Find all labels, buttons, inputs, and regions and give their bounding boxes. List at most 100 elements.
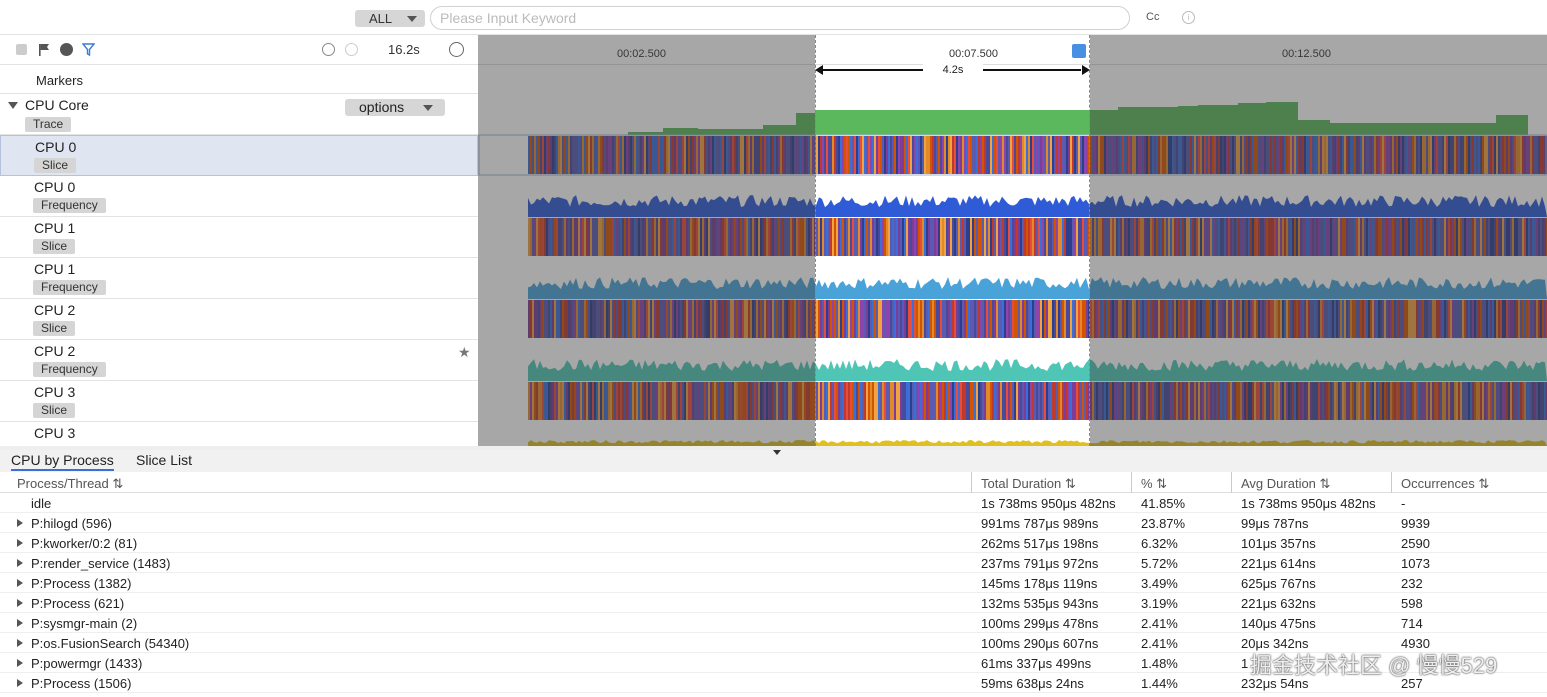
track-toolbar: 16.2s xyxy=(0,35,478,65)
options-dropdown[interactable]: options xyxy=(345,99,445,116)
cell-avg: 101μs 357ns xyxy=(1241,536,1316,551)
column-divider[interactable] xyxy=(1131,472,1132,493)
column-divider[interactable] xyxy=(1231,472,1232,493)
cell-avg: 99μs 787ns xyxy=(1241,516,1309,531)
cell-name: P:powermgr (1433) xyxy=(31,656,143,671)
expand-row-icon[interactable] xyxy=(17,599,23,607)
cell-name: P:Process (1382) xyxy=(31,576,132,591)
expand-row-icon[interactable] xyxy=(17,559,23,567)
cell-total: 100ms 299μs 478ns xyxy=(981,616,1099,631)
track-row-cpu1-slice[interactable]: CPU 1 Slice xyxy=(0,217,478,258)
cell-pct: 3.19% xyxy=(1141,596,1178,611)
table-row[interactable]: P:sysmgr-main (2) 100ms 299μs 478ns 2.41% 1… xyxy=(0,613,1547,633)
table-row[interactable]: P:render_service (1483) 237ms 791μs 972ns… xyxy=(0,553,1547,573)
track-name: CPU 0 xyxy=(35,139,77,155)
markers-label: Markers xyxy=(36,73,83,88)
table-row[interactable]: P:Process (621) 132ms 535μs 943ns 3.19% 221… xyxy=(0,593,1547,613)
track-name: CPU 3 xyxy=(34,384,76,400)
timeline-canvas[interactable]: 00:02.500 00:07.500 00:12.500 4.2s xyxy=(478,35,1547,446)
cell-avg: 140μs 475ns xyxy=(1241,616,1316,631)
cell-pct: 5.72% xyxy=(1141,556,1178,571)
track-row-cpu1-frequency[interactable]: CPU 1 Frequency xyxy=(0,258,478,299)
cell-total: 145ms 178μs 119ns xyxy=(981,576,1098,591)
track-badge: Frequency xyxy=(33,198,106,213)
scope-label: ALL xyxy=(369,11,393,26)
table-row[interactable]: P:hilogd (596) 991ms 787μs 989ns 23.87% 99μ… xyxy=(0,513,1547,533)
options-label: options xyxy=(359,99,405,115)
table-row[interactable]: P:kworker/0:2 (81) 262ms 517μs 198ns 6.32%… xyxy=(0,533,1547,553)
top-search-bar: ALL Cc i xyxy=(0,0,1547,35)
cell-total: 262ms 517μs 198ns xyxy=(981,536,1099,551)
expand-row-icon[interactable] xyxy=(17,519,23,527)
cell-occ: - xyxy=(1401,496,1406,511)
star-icon[interactable]: ★ xyxy=(458,344,471,361)
table-row[interactable]: P:Process (1382) 145ms 178μs 119ns 3.49% 62… xyxy=(0,573,1547,593)
cpu-core-row[interactable]: CPU Core Trace options xyxy=(0,94,478,135)
chevron-down-icon xyxy=(407,16,417,22)
column-header-total-duration[interactable]: Total Duration ⇅ xyxy=(981,476,1076,492)
column-header-percent[interactable]: % ⇅ xyxy=(1141,476,1167,492)
filter-icon[interactable] xyxy=(81,43,96,57)
globe-icon[interactable] xyxy=(60,43,73,56)
column-header-avg-duration[interactable]: Avg Duration ⇅ xyxy=(1241,476,1330,492)
cell-pct: 1.48% xyxy=(1141,656,1178,671)
chevron-down-icon xyxy=(423,105,433,111)
cell-avg: 625μs 767ns xyxy=(1241,576,1316,591)
column-divider[interactable] xyxy=(1391,472,1392,493)
stop-icon[interactable] xyxy=(16,44,27,55)
expand-row-icon[interactable] xyxy=(17,579,23,587)
case-sensitive-toggle[interactable]: Cc xyxy=(1146,11,1159,23)
track-row-cpu0-frequency[interactable]: CPU 0 Frequency xyxy=(0,176,478,217)
cell-name: P:render_service (1483) xyxy=(31,556,171,571)
track-badge: Slice xyxy=(33,239,76,254)
zoom-out-icon[interactable] xyxy=(345,43,358,56)
expand-row-icon[interactable] xyxy=(17,539,23,547)
tab-slice-list[interactable]: Slice List xyxy=(136,452,192,469)
unselected-region-right xyxy=(1090,35,1547,446)
flag-icon[interactable] xyxy=(38,43,51,56)
bookmark-flag-icon[interactable] xyxy=(1072,44,1086,58)
cell-occ: 1073 xyxy=(1401,556,1430,571)
cell-avg: 1 xyxy=(1241,656,1249,671)
cell-total: 61ms 337μs 499ns xyxy=(981,656,1092,671)
selection-start-handle[interactable] xyxy=(815,35,816,446)
cell-name: P:kworker/0:2 (81) xyxy=(31,536,138,551)
info-icon[interactable]: i xyxy=(1182,11,1195,24)
expand-row-icon[interactable] xyxy=(17,659,23,667)
tab-cpu-by-process[interactable]: CPU by Process xyxy=(11,452,114,471)
selection-end-handle[interactable] xyxy=(1089,35,1090,446)
track-badge: Slice xyxy=(33,403,76,418)
scope-dropdown[interactable]: ALL xyxy=(355,10,425,27)
cell-occ: 9939 xyxy=(1401,516,1430,531)
column-divider[interactable] xyxy=(971,472,972,493)
expand-row-icon[interactable] xyxy=(17,639,23,647)
trace-badge: Trace xyxy=(25,117,72,132)
clock-icon[interactable] xyxy=(322,43,335,56)
cell-name: P:Process (1506) xyxy=(31,676,132,691)
cell-pct: 3.49% xyxy=(1141,576,1178,591)
track-name: CPU 1 xyxy=(34,261,76,277)
track-row-cpu3-frequency[interactable]: CPU 3 xyxy=(0,422,478,446)
unselected-region-left xyxy=(478,35,815,446)
track-name: CPU 0 xyxy=(34,179,76,195)
cell-total: 132ms 535μs 943ns xyxy=(981,596,1099,611)
track-label-panel: Markers CPU Core Trace options CPU 0 Sli… xyxy=(0,65,478,446)
cell-name: P:os.FusionSearch (54340) xyxy=(31,636,190,651)
track-badge: Frequency xyxy=(33,280,106,295)
collapse-panel-icon[interactable] xyxy=(773,450,781,455)
zoom-in-icon[interactable] xyxy=(449,42,464,57)
column-header-process[interactable]: Process/Thread ⇅ xyxy=(17,476,123,492)
track-row-cpu2-slice[interactable]: CPU 2 Slice xyxy=(0,299,478,340)
table-row[interactable]: idle 1s 738ms 950μs 482ns 41.85% 1s 738ms 9… xyxy=(0,493,1547,513)
search-input[interactable] xyxy=(430,6,1130,30)
expand-row-icon[interactable] xyxy=(17,679,23,687)
track-row-cpu2-frequency[interactable]: CPU 2 Frequency ★ xyxy=(0,340,478,381)
track-row-cpu3-slice[interactable]: CPU 3 Slice xyxy=(0,381,478,422)
cell-occ: 2590 xyxy=(1401,536,1430,551)
cell-pct: 23.87% xyxy=(1141,516,1186,531)
collapse-triangle-icon[interactable] xyxy=(8,102,18,109)
expand-row-icon[interactable] xyxy=(17,619,23,627)
track-row-cpu0-slice[interactable]: CPU 0 Slice xyxy=(0,135,478,176)
column-header-occurrences[interactable]: Occurrences ⇅ xyxy=(1401,476,1489,492)
track-name: CPU 2 xyxy=(34,302,76,318)
